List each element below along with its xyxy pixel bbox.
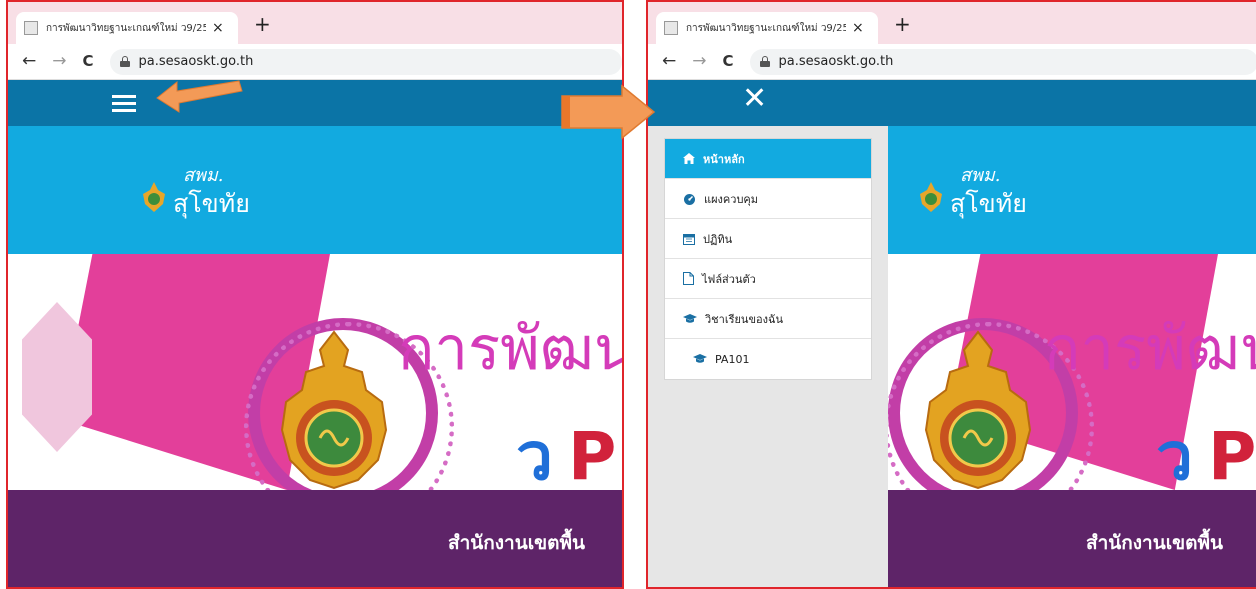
browser-tab[interactable]: การพัฒนาวิทยฐานะเกณฑ์ใหม่ ว9/256 × <box>656 12 878 44</box>
back-icon[interactable]: ← <box>662 53 676 70</box>
forward-icon[interactable]: → <box>692 53 706 70</box>
nav-item-label: ไฟล์ส่วนตัว <box>702 272 756 286</box>
new-tab-icon[interactable]: + <box>254 14 271 34</box>
nav-item-dashboard[interactable]: แผงควบคุม <box>665 179 871 219</box>
reload-icon[interactable]: C <box>723 54 734 69</box>
banner-title: การพัฒนา <box>398 314 622 384</box>
nav-item-home[interactable]: หน้าหลัก <box>665 139 871 179</box>
tab-close-icon[interactable]: × <box>852 21 864 35</box>
forward-icon[interactable]: → <box>52 53 66 70</box>
site-favicon-icon <box>664 21 678 35</box>
nav-item-label: แผงควบคุม <box>704 192 759 206</box>
lock-icon <box>119 56 130 67</box>
lock-icon <box>759 56 770 67</box>
nav-drawer: หน้าหลัก แผงควบคุม ปฏิทิน ไฟล์ส่วนตัว วิ… <box>648 126 888 587</box>
site-footer-band: สำนักงานเขตพื้น <box>8 490 622 587</box>
browser-toolbar: ← → C pa.sesaoskt.go.th <box>648 44 1256 80</box>
site-topbar <box>8 80 622 126</box>
site-topbar: ✕ <box>648 80 1256 126</box>
nav-item-my-courses[interactable]: วิชาเรียนของฉัน <box>665 299 871 339</box>
ministry-seal-icon <box>924 330 1032 490</box>
site-favicon-icon <box>24 21 38 35</box>
tab-title: การพัฒนาวิทยฐานะเกณฑ์ใหม่ ว9/256 <box>686 22 846 34</box>
tab-title: การพัฒนาวิทยฐานะเกณฑ์ใหม่ ว9/256 <box>46 22 206 34</box>
banner-badge-v: ว <box>516 418 554 490</box>
nav-menu: หน้าหลัก แผงควบคุม ปฏิทิน ไฟล์ส่วนตัว วิ… <box>664 138 872 380</box>
home-icon <box>683 153 695 164</box>
logo-line-2: สุโขทัย <box>173 189 250 218</box>
annotation-arrow-right-icon <box>561 84 656 140</box>
nav-item-label: หน้าหลัก <box>703 152 745 166</box>
tab-strip: การพัฒนาวิทยฐานะเกณฑ์ใหม่ ว9/256 × + <box>8 2 622 44</box>
url-text: pa.sesaoskt.go.th <box>138 54 254 69</box>
logo-line-2: สุโขทัย <box>950 189 1027 218</box>
ministry-seal-icon <box>280 330 388 490</box>
url-text: pa.sesaoskt.go.th <box>778 54 894 69</box>
reload-icon[interactable]: C <box>83 54 94 69</box>
graduation-cap-icon <box>693 354 707 363</box>
nav-item-label: วิชาเรียนของฉัน <box>705 312 783 326</box>
browser-tab[interactable]: การพัฒนาวิทยฐานะเกณฑ์ใหม่ ว9/256 × <box>16 12 238 44</box>
nav-item-course-pa101[interactable]: PA101 <box>665 339 871 379</box>
nav-item-private-files[interactable]: ไฟล์ส่วนตัว <box>665 259 871 299</box>
office-name-text: สำนักงานเขตพื้น <box>448 532 586 554</box>
banner-title: การพัฒน <box>1044 314 1256 384</box>
hamburger-menu-icon[interactable] <box>112 95 136 112</box>
banner-badge-p: P <box>568 418 617 490</box>
site-header <box>8 126 622 254</box>
graduation-cap-icon <box>683 313 697 323</box>
file-icon <box>683 272 694 285</box>
calendar-icon <box>683 233 695 245</box>
banner-badge-p: P <box>1208 418 1256 490</box>
browser-window-after: การพัฒนาวิทยฐานะเกณฑ์ใหม่ ว9/256 × + ← →… <box>646 0 1256 589</box>
emblem-icon <box>920 182 942 212</box>
nav-item-label: PA101 <box>715 352 750 366</box>
emblem-icon <box>143 182 165 212</box>
hero-banner: การพัฒนา ว P <box>8 254 622 490</box>
nav-item-label: ปฏิทิน <box>703 232 733 246</box>
office-name-text: สำนักงานเขตพื้น <box>1086 532 1224 554</box>
address-bar[interactable]: pa.sesaoskt.go.th <box>749 48 1256 75</box>
site-logo[interactable]: สพม. สุโขทัย <box>141 160 261 218</box>
close-menu-icon[interactable]: ✕ <box>742 84 767 114</box>
browser-toolbar: ← → C pa.sesaoskt.go.th <box>8 44 622 80</box>
tab-strip: การพัฒนาวิทยฐานะเกณฑ์ใหม่ ว9/256 × + <box>648 2 1256 44</box>
browser-window-before: การพัฒนาวิทยฐานะเกณฑ์ใหม่ ว9/256 × + ← →… <box>6 0 624 589</box>
site-logo[interactable]: สพม. สุโขทัย <box>918 160 1038 218</box>
dashboard-icon <box>684 193 695 205</box>
address-bar[interactable]: pa.sesaoskt.go.th <box>109 48 622 75</box>
new-tab-icon[interactable]: + <box>894 14 911 34</box>
nav-item-calendar[interactable]: ปฏิทิน <box>665 219 871 259</box>
annotation-arrow-to-menu-icon <box>156 80 243 113</box>
banner-badge-v: ว <box>1156 418 1194 490</box>
back-icon[interactable]: ← <box>22 53 36 70</box>
tab-close-icon[interactable]: × <box>212 21 224 35</box>
